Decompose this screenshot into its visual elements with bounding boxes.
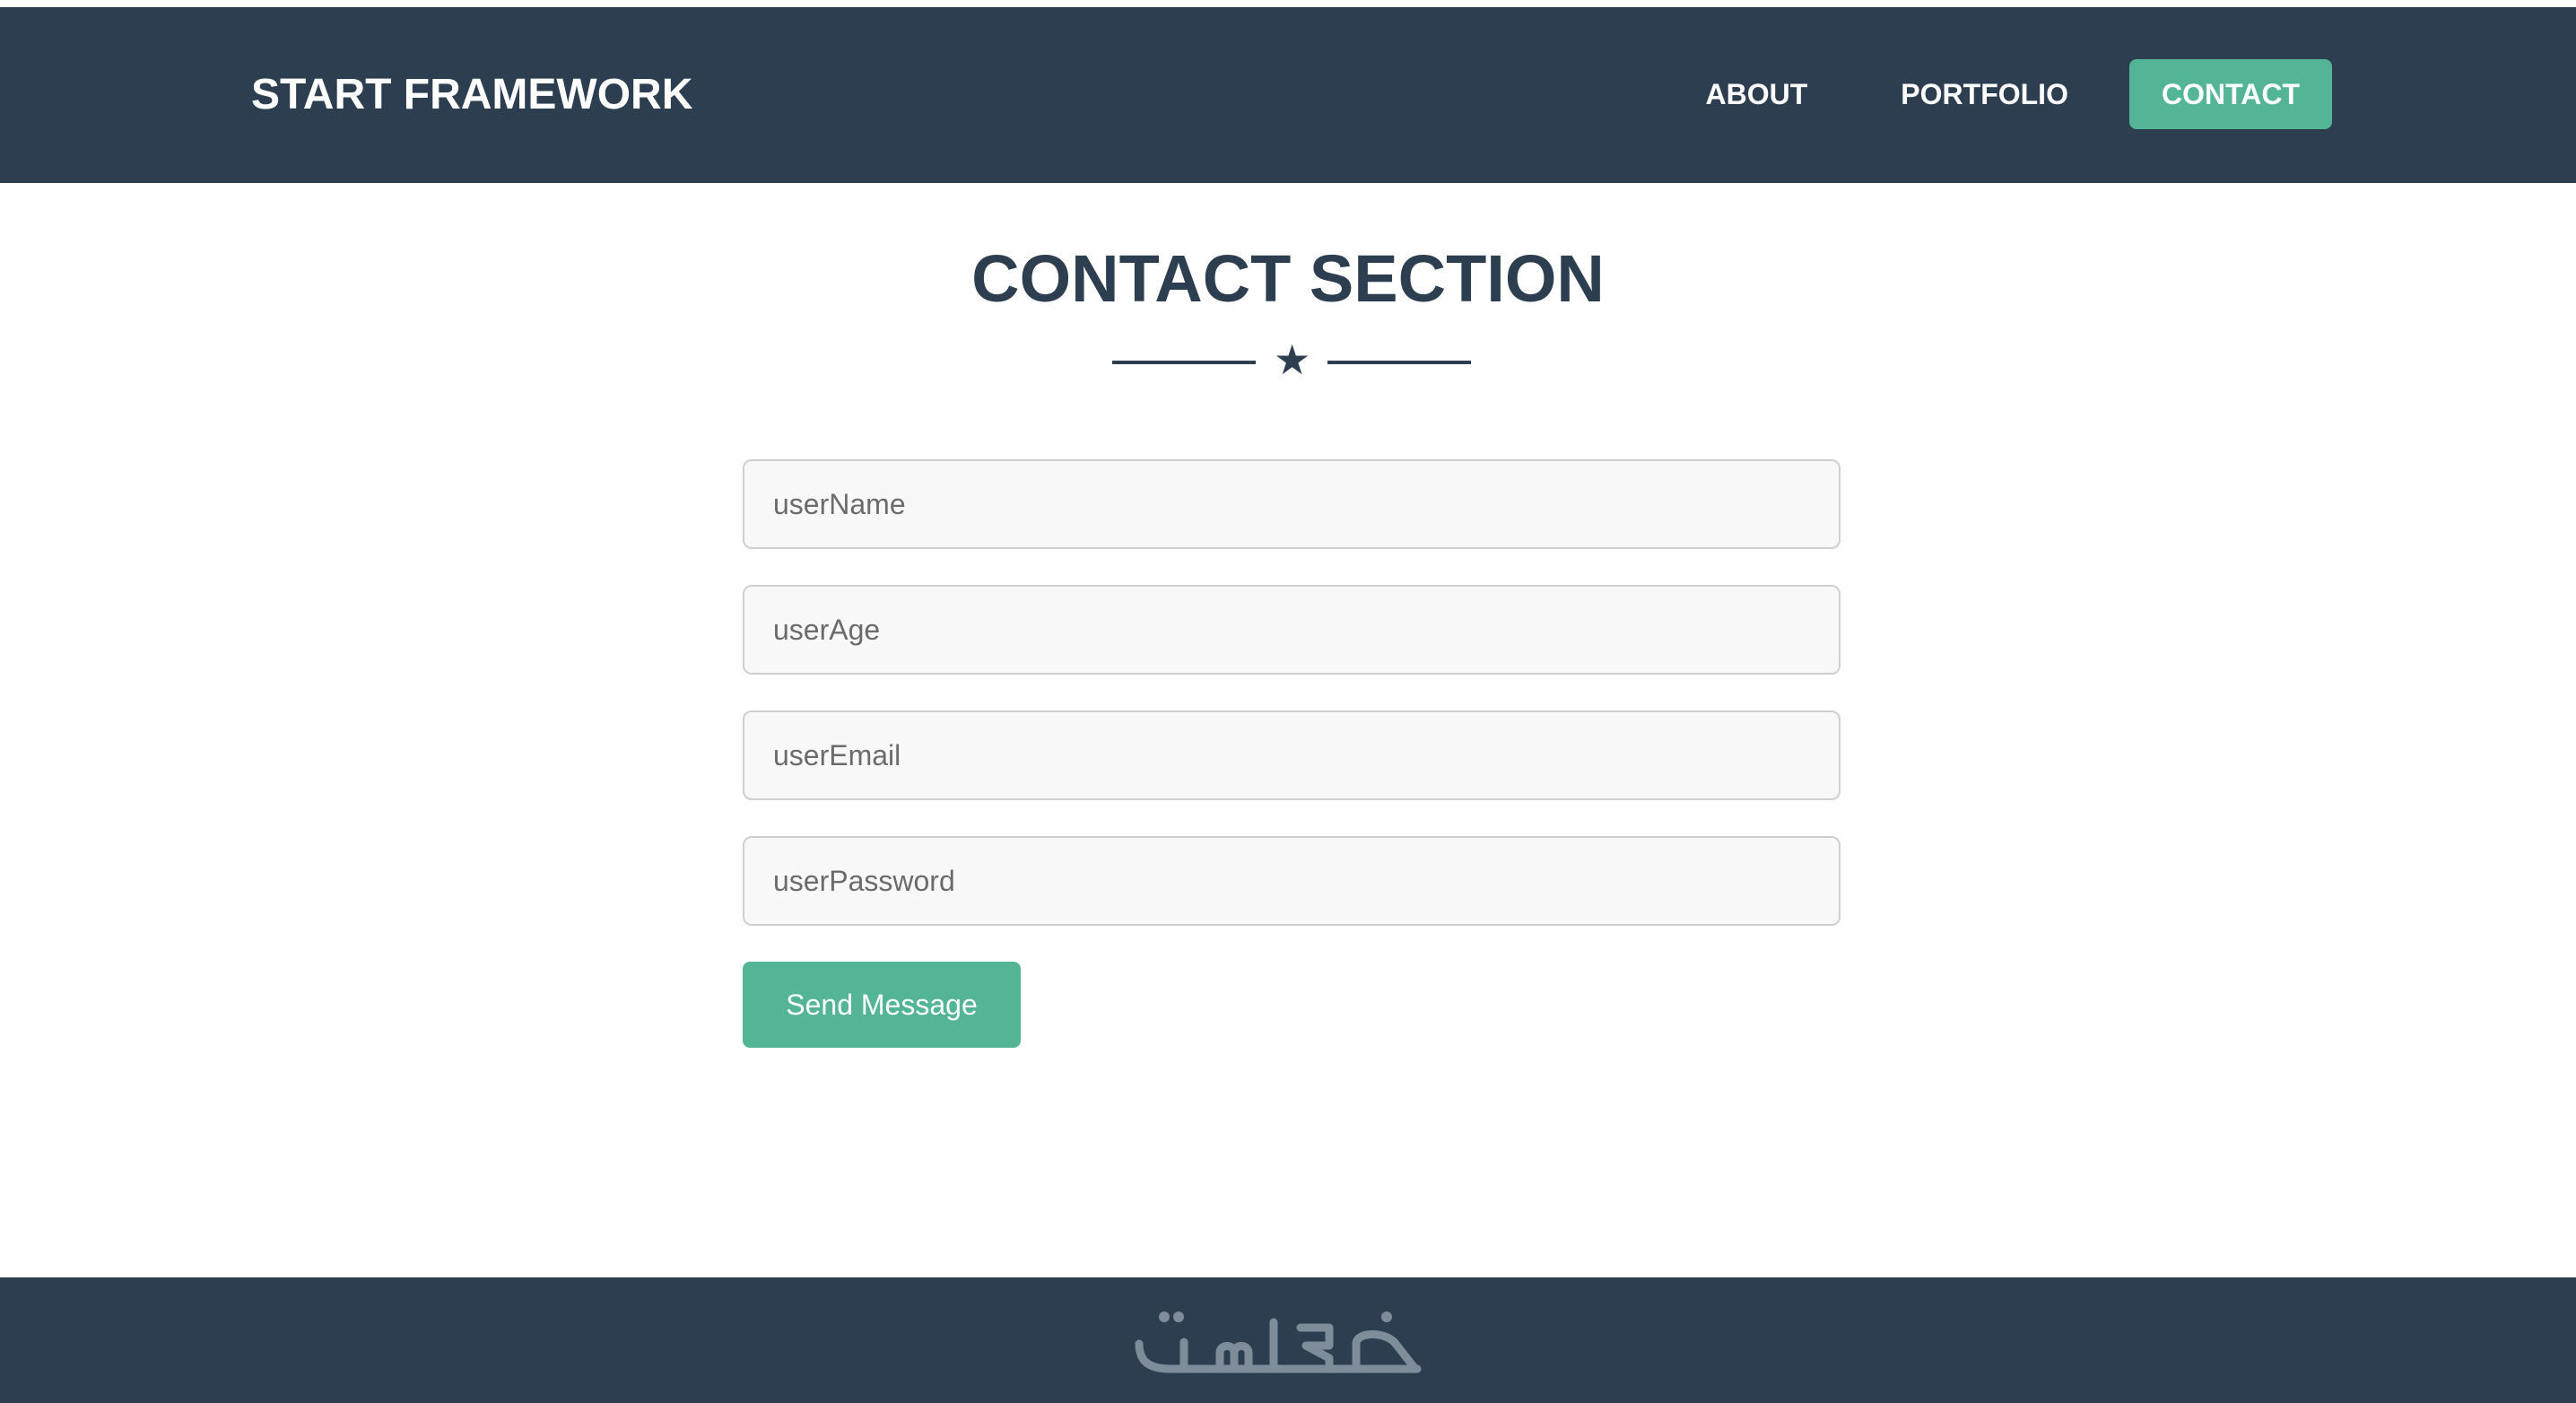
nav-link-portfolio[interactable]: PORTFOLIO — [1868, 59, 2101, 129]
nav-link-contact[interactable]: CONTACT — [2128, 59, 2332, 129]
footer — [0, 1277, 2576, 1403]
top-strip — [0, 0, 2576, 7]
useremail-input[interactable] — [743, 710, 1841, 800]
contact-form: Send Message — [743, 459, 1841, 1048]
star-icon: ★ — [1274, 336, 1311, 384]
nav-links: ABOUT PORTFOLIO CONTACT — [1645, 59, 2332, 129]
username-input[interactable] — [743, 459, 1841, 549]
send-message-button[interactable]: Send Message — [743, 962, 1021, 1048]
userage-input[interactable] — [743, 585, 1841, 675]
nav-link-about[interactable]: ABOUT — [1674, 59, 1841, 129]
navbar: START FRAMEWORK ABOUT PORTFOLIO CONTACT — [0, 7, 2576, 183]
footer-logo — [1135, 1312, 1422, 1373]
divider-line-right — [1327, 361, 1471, 364]
userpassword-input[interactable] — [743, 836, 1841, 926]
divider-line-left — [1112, 361, 1256, 364]
section-title: CONTACT SECTION — [971, 241, 1605, 316]
section-divider: ★ — [1112, 336, 1471, 389]
contact-section: CONTACT SECTION ★ Send Message — [0, 183, 2576, 1277]
brand-logo[interactable]: START FRAMEWORK — [251, 7, 692, 183]
